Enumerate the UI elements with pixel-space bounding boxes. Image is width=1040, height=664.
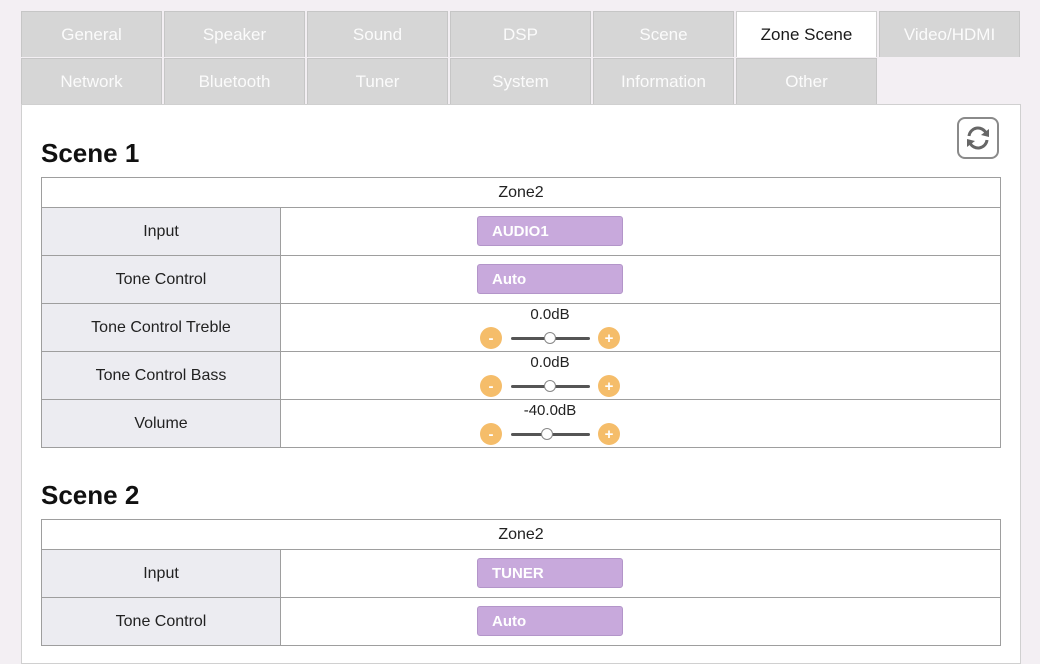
input-select[interactable]: AUDIO1 <box>477 216 623 246</box>
volume-slider[interactable] <box>511 428 590 440</box>
scene-2-table: Zone2 Input TUNER Tone Control Auto <box>41 519 1001 646</box>
tab-scene[interactable]: Scene <box>593 11 734 57</box>
tone-control-select[interactable]: Auto <box>477 264 623 294</box>
volume-plus-button[interactable]: + <box>598 423 620 445</box>
tab-system[interactable]: System <box>450 58 591 104</box>
tab-dsp[interactable]: DSP <box>450 11 591 57</box>
tone-treble-slider[interactable] <box>511 332 590 344</box>
slider-thumb[interactable] <box>544 380 556 392</box>
refresh-icon <box>967 126 989 150</box>
table-row: Input AUDIO1 <box>41 207 1001 256</box>
volume-value: -40.0dB <box>523 402 577 419</box>
tone-control-select[interactable]: Auto <box>477 606 623 636</box>
scene-1-title: Scene 1 <box>41 138 140 168</box>
tab-other[interactable]: Other <box>736 58 877 104</box>
table-row: Input TUNER <box>41 549 1001 598</box>
tab-video-hdmi[interactable]: Video/HDMI <box>879 11 1020 57</box>
tone-bass-plus-button[interactable]: + <box>598 375 620 397</box>
tone-treble-value: 0.0dB <box>530 306 570 323</box>
table-row: Tone Control Auto <box>41 597 1001 646</box>
zone-header: Zone2 <box>41 177 1001 208</box>
tone-bass-value: 0.0dB <box>530 354 570 371</box>
table-row: Volume -40.0dB - + <box>41 399 1001 448</box>
tone-treble-label: Tone Control Treble <box>41 303 281 352</box>
tone-control-label: Tone Control <box>41 255 281 304</box>
tone-bass-minus-button[interactable]: - <box>480 375 502 397</box>
zone-header: Zone2 <box>41 519 1001 550</box>
refresh-button[interactable] <box>957 117 999 159</box>
tab-sound[interactable]: Sound <box>307 11 448 57</box>
scene-2-title: Scene 2 <box>41 480 140 510</box>
tab-general[interactable]: General <box>21 11 162 57</box>
volume-label: Volume <box>41 399 281 448</box>
input-label: Input <box>41 549 281 598</box>
tone-treble-minus-button[interactable]: - <box>480 327 502 349</box>
table-row: Tone Control Auto <box>41 255 1001 304</box>
tone-bass-label: Tone Control Bass <box>41 351 281 400</box>
input-label: Input <box>41 207 281 256</box>
scene-1-table: Zone2 Input AUDIO1 Tone Control Auto Ton… <box>41 177 1001 448</box>
tab-zone-scene[interactable]: Zone Scene <box>736 11 877 57</box>
table-row: Tone Control Bass 0.0dB - + <box>41 351 1001 400</box>
tab-tuner[interactable]: Tuner <box>307 58 448 104</box>
table-row: Tone Control Treble 0.0dB - + <box>41 303 1001 352</box>
input-select[interactable]: TUNER <box>477 558 623 588</box>
volume-minus-button[interactable]: - <box>480 423 502 445</box>
tab-bluetooth[interactable]: Bluetooth <box>164 58 305 104</box>
tone-treble-plus-button[interactable]: + <box>598 327 620 349</box>
tab-network[interactable]: Network <box>21 58 162 104</box>
slider-thumb[interactable] <box>544 332 556 344</box>
slider-thumb[interactable] <box>541 428 553 440</box>
tab-speaker[interactable]: Speaker <box>164 11 305 57</box>
zone-scene-panel: Scene 1 Zone2 Input AUDIO1 Tone Control … <box>21 104 1021 664</box>
tone-control-label: Tone Control <box>41 597 281 646</box>
tab-information[interactable]: Information <box>593 58 734 104</box>
tone-bass-slider[interactable] <box>511 380 590 392</box>
